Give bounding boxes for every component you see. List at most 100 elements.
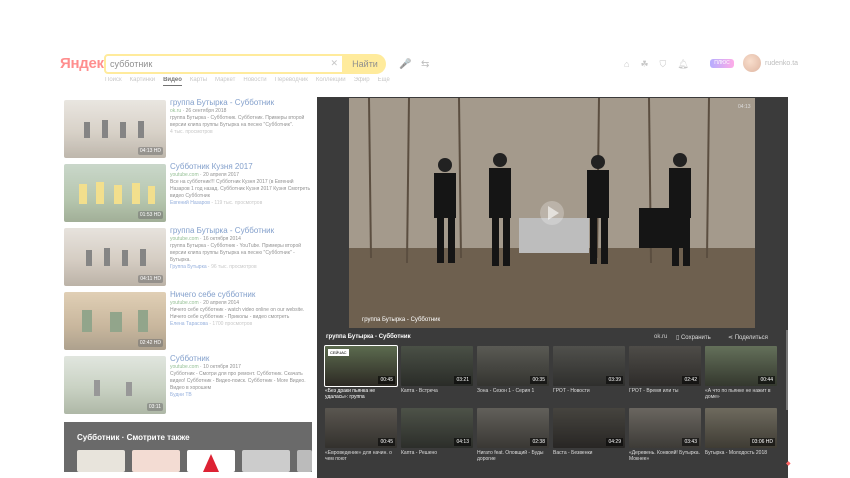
video-caption[interactable]: Зона - Сезон 1 - Серия 1 [477,388,549,394]
video-thumbnail[interactable]: 02:42 [629,346,701,386]
video-thumbnail[interactable]: 00:44 [705,346,777,386]
clear-icon[interactable]: ✕ [330,58,338,69]
tab-more[interactable]: Ещё [378,77,390,83]
tab-collections[interactable]: Коллекции [316,77,346,83]
tab-video[interactable]: Видео [163,77,182,86]
related-thumbnail[interactable] [132,450,180,472]
microphone-icon[interactable]: 🎤 [399,59,411,70]
similar-video[interactable]: 03:21 Капта - Встреча [401,346,473,404]
similar-video[interactable]: 00:45 «Евроведение» для начин. о чем пою… [325,408,397,466]
video-thumbnail[interactable]: 03:43 [629,408,701,448]
video-thumbnail[interactable]: 03:11 [64,356,166,414]
video-thumbnail[interactable]: 01:53 HD [64,164,166,222]
video-thumbnail[interactable]: 03:21 [401,346,473,386]
save-button[interactable]: ▯ Сохранить [676,334,711,341]
tab-efir[interactable]: Эфир [354,77,370,83]
similar-video[interactable]: 00:44 «А что по пьянке не нажит в доме» [705,346,777,404]
video-thumbnail[interactable]: 03:06 HD [705,408,777,448]
tab-news[interactable]: Новости [243,77,266,83]
list-item[interactable]: 01:53 HD Субботник Кузня 2017 youtube.co… [62,162,314,222]
result-source[interactable]: youtube.com [170,364,199,370]
tab-maps[interactable]: Карты [190,77,207,83]
similar-video[interactable]: СЕЙЧАС 00:45 «Без драки пьянка не удалас… [324,345,398,404]
similar-video[interactable]: 03:43 «Деревень. Конвояй! Бутырка. Мокне… [629,408,701,466]
video-caption[interactable]: Нигато feat. Оповщий - Буды дорогие [477,450,549,462]
list-item[interactable]: 02:42 HD Ничего себе субботник youtube.c… [62,290,314,350]
list-item[interactable]: 03:11 Субботник youtube.com · 10 октября… [62,354,314,414]
duration-badge: 00:45 [378,438,395,446]
list-item[interactable]: 04:13 HD группа Бутырка - Субботник ok.r… [62,98,314,158]
tab-images[interactable]: Картинки [130,77,155,83]
video-thumbnail[interactable]: 04:13 HD [64,100,166,158]
related-thumbnail[interactable] [297,450,312,472]
tab-translate[interactable]: Переводчик [275,77,308,83]
similar-video[interactable]: 00:35 Зона - Сезон 1 - Серия 1 [477,346,549,404]
tab-search[interactable]: Поиск [105,77,122,83]
duration-badge: 00:44 [758,376,775,384]
services-icon[interactable]: ☘ [640,59,648,69]
video-thumbnail[interactable]: 04:11 HD [64,228,166,286]
result-source[interactable]: youtube.com [170,236,199,242]
video-caption[interactable]: Васта - Безвенки [553,450,625,456]
result-author[interactable]: Евгений Назаров [170,200,210,206]
result-source[interactable]: youtube.com [170,300,199,306]
share-button[interactable]: ⋖ Поделиться [728,334,768,341]
now-playing-badge: СЕЙЧАС [328,349,349,356]
result-source[interactable]: youtube.com [170,172,199,178]
home-icon[interactable]: ⌂ [624,59,629,69]
result-title[interactable]: Ничего себе субботник [170,290,312,300]
video-caption[interactable]: «Без драки пьянка не удалась»: группа [325,388,397,400]
related-searches: Субботник · Смотрите также [64,422,312,472]
video-caption[interactable]: ГРОТ - Время или ты [629,388,701,394]
result-title[interactable]: группа Бутырка - Субботник [170,98,312,108]
feedback-icon[interactable]: ◆ [786,460,791,467]
video-thumbnail[interactable]: 04:29 [553,408,625,448]
result-title[interactable]: Субботник Кузня 2017 [170,162,312,172]
result-source[interactable]: ok.ru [170,108,181,114]
related-title[interactable]: Субботник · Смотрите также [77,433,190,442]
result-author[interactable]: Группа Бутырка [170,264,207,270]
username[interactable]: rudenko.ta [765,60,798,67]
video-caption[interactable]: ГРОТ - Новости [553,388,625,394]
result-author[interactable]: Будни ТВ [170,392,312,399]
video-thumbnail[interactable]: 02:42 HD [64,292,166,350]
scrollbar[interactable] [786,330,788,410]
video-thumbnail[interactable]: 00:35 [477,346,549,386]
video-thumbnail[interactable]: 04:13 [401,408,473,448]
video-thumbnail[interactable]: 00:45 [325,408,397,448]
player-title[interactable]: группа Бутырка - Субботник [326,334,411,340]
similar-video[interactable]: 04:29 Васта - Безвенки [553,408,625,466]
search-input[interactable] [110,58,330,70]
avatar[interactable] [743,54,761,72]
video-caption[interactable]: «Деревень. Конвояй! Бутырка. Мокнее» [629,450,701,462]
similar-video[interactable]: 03:06 HD Бутырка - Молодость 2018 [705,408,777,466]
similar-video[interactable]: 03:39 ГРОТ - Новости [553,346,625,404]
video-thumbnail[interactable]: СЕЙЧАС 00:45 [324,345,398,387]
video-caption[interactable]: «А что по пьянке не нажит в доме» [705,388,777,400]
player-source[interactable]: ok.ru [654,334,667,340]
similar-video[interactable]: 04:13 Капта - Решено [401,408,473,466]
video-caption[interactable]: Капта - Решено [401,450,473,456]
related-thumbnail[interactable] [77,450,125,472]
search-button[interactable]: Найти [344,54,386,74]
video-thumbnail[interactable]: 03:39 [553,346,625,386]
result-title[interactable]: группа Бутырка - Субботник [170,226,312,236]
video-player[interactable] [349,98,755,328]
video-caption[interactable]: «Евроведение» для начин. о чем поют [325,450,397,462]
similar-video[interactable]: 02:38 Нигато feat. Оповщий - Буды дороги… [477,408,549,466]
shield-icon[interactable]: ⛉ [660,59,667,69]
list-item[interactable]: 04:11 HD группа Бутырка - Субботник yout… [62,226,314,286]
plus-badge[interactable]: ПЛЮС [710,59,734,68]
related-thumbnail[interactable] [242,450,290,472]
similar-video[interactable]: 02:42 ГРОТ - Время или ты [629,346,701,404]
filters-icon[interactable]: ⇆ [421,59,429,70]
related-thumbnail[interactable] [187,450,235,472]
video-caption[interactable]: Капта - Встреча [401,388,473,394]
tab-market[interactable]: Маркет [215,77,235,83]
video-caption[interactable]: Бутырка - Молодость 2018 [705,450,777,456]
result-title[interactable]: Субботник [170,354,312,364]
video-thumbnail[interactable]: 02:38 [477,408,549,448]
bell-icon[interactable]: 🔔︎ [677,59,688,69]
search-box[interactable]: ✕ [104,54,344,74]
result-author[interactable]: Елена Тарасова [170,321,208,327]
